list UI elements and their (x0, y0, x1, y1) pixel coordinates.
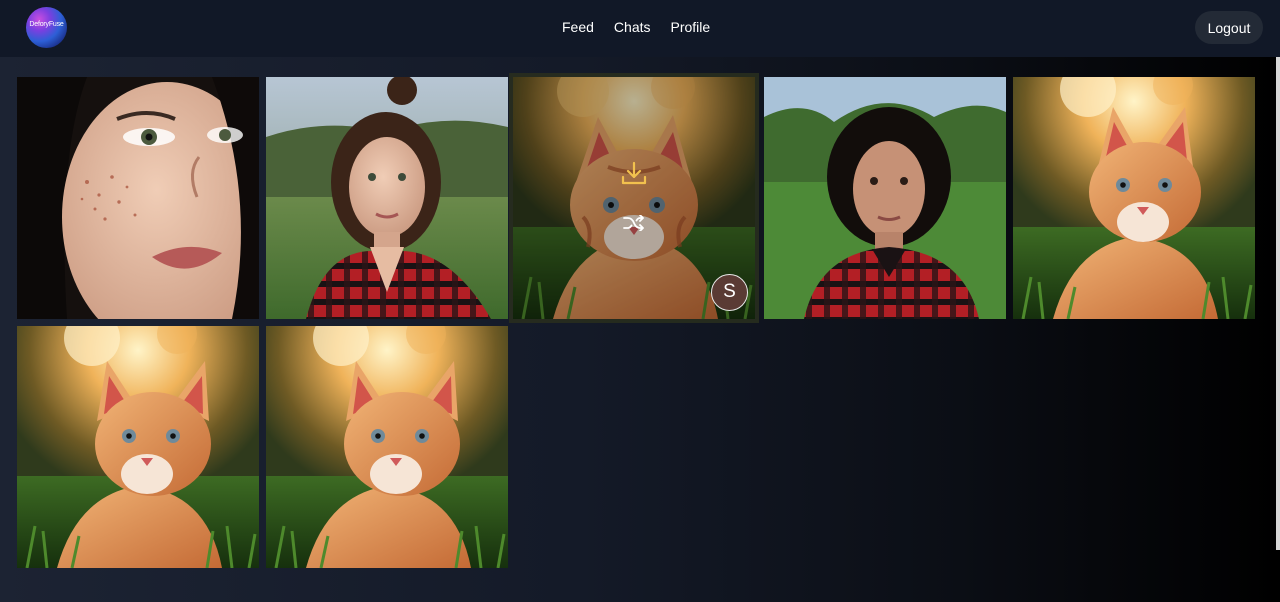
download-icon[interactable] (620, 160, 648, 188)
gallery-item[interactable] (266, 326, 508, 568)
nav-chats-link[interactable]: Chats (614, 19, 651, 35)
logout-button[interactable]: Logout (1195, 11, 1263, 44)
cat-image (1013, 77, 1255, 319)
cat-image (17, 326, 259, 568)
gallery-item[interactable] (1013, 77, 1255, 319)
page-scrollbar[interactable] (1276, 57, 1280, 550)
top-navbar: DeforyFuse Feed Chats Profile Logout (0, 0, 1280, 57)
gallery-item[interactable] (17, 77, 259, 319)
gallery-item[interactable] (266, 77, 508, 319)
portrait-image (266, 77, 508, 319)
portrait-image (764, 77, 1006, 319)
portrait-image (17, 77, 259, 319)
shuffle-icon[interactable] (623, 215, 645, 231)
gallery-item[interactable] (764, 77, 1006, 319)
logo-text: DeforyFuse (29, 21, 64, 28)
gallery-item-active[interactable]: S (513, 77, 755, 319)
app-logo[interactable]: DeforyFuse (26, 7, 67, 48)
nav-profile-link[interactable]: Profile (671, 19, 711, 35)
nav-feed-link[interactable]: Feed (562, 19, 594, 35)
main-nav: Feed Chats Profile (562, 19, 710, 35)
gallery-item[interactable] (17, 326, 259, 568)
owner-avatar[interactable]: S (711, 274, 748, 311)
cat-image (266, 326, 508, 568)
